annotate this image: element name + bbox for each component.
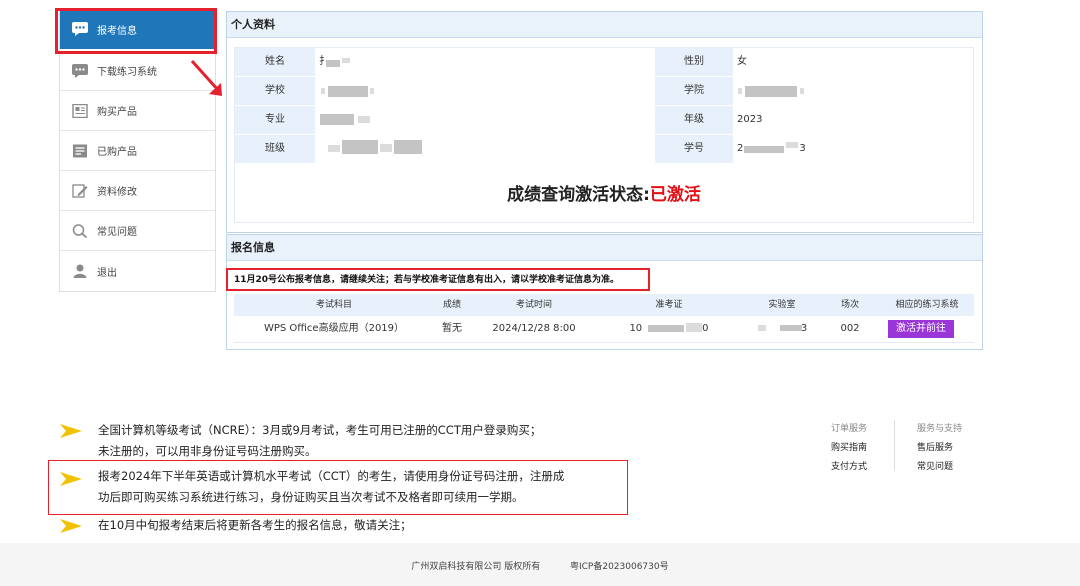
list-icon: [73, 144, 87, 157]
search-icon: [72, 223, 88, 238]
footer-icp[interactable]: 粤ICP备2023006730号: [570, 562, 669, 572]
links-header: 订单服务: [831, 424, 868, 434]
footer: 广州双启科技有限公司 版权所有 粤ICP备2023006730号: [0, 559, 1080, 572]
label-class: 班级: [235, 135, 315, 163]
links-support: 服务与支持 售后服务 常见问题: [917, 420, 977, 477]
col-ticket: 准考证: [655, 300, 683, 310]
cell-subject: WPS Office高级应用（2019）: [263, 323, 405, 334]
col-score: 成绩: [442, 300, 461, 310]
sidebar-item-faq[interactable]: 常见问题: [60, 211, 215, 251]
label-grade: 年级: [655, 106, 733, 134]
label-college: 学院: [655, 77, 733, 105]
newspaper-icon: [72, 103, 88, 118]
bullet-arrow-icon: [60, 472, 82, 486]
cell-session: 002: [840, 323, 860, 334]
annotation-arrow-icon: [190, 59, 222, 96]
registration-notice: 11月20号公布报考信息，请继续关注；若与学校准考证信息有出入，请以学校准考证信…: [234, 275, 620, 285]
links-order-service: 订单服务 购买指南 支付方式: [831, 420, 881, 477]
link-payment-methods[interactable]: 支付方式: [831, 458, 881, 477]
user-icon: [73, 264, 87, 278]
status-value: 已激活: [649, 185, 701, 205]
sidebar-item-label: 退出: [97, 267, 117, 279]
status-label: 成绩查询激活状态:: [507, 185, 650, 205]
cell-score: 暂无: [442, 323, 462, 334]
bullet-arrow-icon: [60, 424, 82, 438]
links-header: 服务与支持: [917, 424, 963, 434]
note-2: 报考2024年下半年英语或计算机水平考试（CCT）的考生，请使用身份证号码注册，…: [98, 469, 565, 504]
note-1: 全国计算机等级考试（NCRE）：3月或9月考试，考生可用已注册的CCT用户登录购…: [98, 423, 542, 458]
note-3: 在10月中旬报考结束后将更新各考生的报名信息，敬请关注；: [98, 518, 412, 532]
sidebar-item-label: 购买产品: [97, 107, 137, 118]
profile-title: 个人资料: [227, 12, 982, 38]
value-grade: 2023: [733, 106, 973, 134]
label-name: 姓名: [235, 48, 315, 76]
sidebar-item-purchased[interactable]: 已购产品: [60, 131, 215, 171]
link-faq[interactable]: 常见问题: [917, 458, 977, 477]
activate-and-go-button[interactable]: 激活并前往: [888, 320, 954, 338]
footer-company: 广州双启科技有限公司 版权所有: [411, 562, 541, 572]
label-school: 学校: [235, 77, 315, 105]
exam-table-header: 考试科目 成绩 考试时间 准考证 实验室 场次 相应的练习系统: [234, 294, 974, 316]
cell-time: 2024/12/28 8:00: [492, 323, 576, 334]
table-row: WPS Office高级应用（2019） 暂无 2024/12/28 8:00 …: [234, 318, 974, 343]
bullet-arrow-icon: [60, 519, 82, 533]
label-gender: 性别: [655, 48, 733, 76]
highlight-box: [55, 8, 217, 54]
sidebar-item-profile-edit[interactable]: 资料修改: [60, 171, 215, 211]
col-subject: 考试科目: [315, 300, 352, 310]
col-time: 考试时间: [515, 300, 552, 310]
link-after-sales[interactable]: 售后服务: [917, 439, 977, 458]
activation-status: 成绩查询激活状态:已激活: [234, 180, 974, 206]
sidebar-item-label: 资料修改: [97, 187, 137, 198]
sidebar-item-label: 下载练习系统: [97, 67, 157, 78]
col-lab: 实验室: [768, 300, 796, 310]
sidebar-item-label: 常见问题: [97, 227, 137, 238]
links-divider: [894, 420, 895, 470]
value-gender: 女: [733, 48, 973, 76]
value-name: 扌: [315, 48, 654, 76]
label-student-id: 学号: [655, 135, 733, 163]
sidebar-item-logout[interactable]: 退出: [60, 251, 215, 291]
link-purchase-guide[interactable]: 购买指南: [831, 439, 881, 458]
label-major: 专业: [235, 106, 315, 134]
col-session: 场次: [840, 300, 859, 310]
edit-icon: [72, 183, 88, 198]
chat-icon: [72, 63, 88, 78]
registration-title: 报名信息: [227, 235, 982, 261]
col-practice-system: 相应的练习系统: [895, 300, 959, 310]
sidebar-item-label: 已购产品: [97, 147, 137, 158]
